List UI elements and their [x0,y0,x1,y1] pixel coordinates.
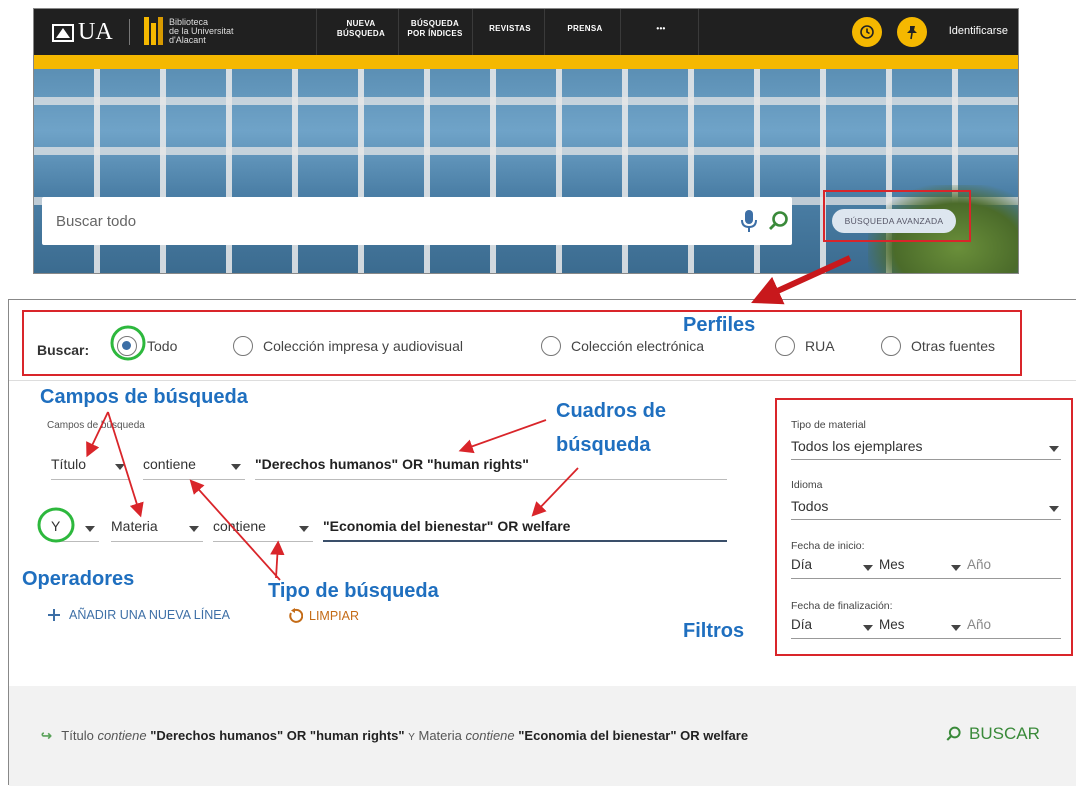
ua-logo-icon [52,23,74,42]
microphone-icon[interactable] [739,209,759,233]
search-icon[interactable] [767,209,791,233]
search-icon [946,726,961,741]
ua-logo-text: UA [78,19,113,45]
plus-icon [48,609,60,621]
pin-icon [907,26,917,40]
login-link[interactable]: Identificarse [949,25,1008,37]
search-input[interactable] [56,209,656,233]
history-icon [860,25,874,39]
query-input-1[interactable]: "Derechos humanos" OR "human rights" [255,456,727,480]
annotation-filtros: Filtros [683,620,745,642]
chevron-down-icon [115,464,125,470]
add-line-button[interactable]: AÑADIR UNA NUEVA LÍNEA [47,608,230,622]
library-logo[interactable]: Biblioteca de la Universitat d'Alacant [144,17,249,45]
history-button[interactable] [852,17,882,47]
annotation-campos: Campos de búsqueda [40,386,248,408]
logo-divider [129,19,130,45]
field-select-2[interactable]: Materia [111,518,203,542]
query-summary: ↪ Título contiene "Derechos humanos" OR … [41,728,749,743]
chevron-down-icon [189,526,199,532]
nav-more-menu[interactable]: ••• [626,24,696,34]
query-summary-bar: ↪ Título contiene "Derechos humanos" OR … [9,686,1076,786]
nav-revistas[interactable]: REVISTAS [480,24,540,34]
filters-highlight [775,398,1073,656]
ua-logo[interactable]: UA [52,19,113,46]
query-input-2[interactable]: "Economia del bienestar" OR welfare [323,518,727,542]
arrow-right-icon: ↪ [41,728,52,743]
chevron-down-icon [85,526,95,532]
profiles-highlight [22,310,1022,376]
library-name: Biblioteca de la Universitat d'Alacant [169,16,234,45]
accent-bar [34,55,1018,69]
pin-button[interactable] [897,17,927,47]
annotation-cuadros-1: Cuadros de [556,400,667,422]
main-search-bar [42,197,792,245]
search-submit-button[interactable]: BUSCAR [945,724,1040,744]
clear-button[interactable]: LIMPIAR [287,608,359,624]
section-divider [9,380,1076,381]
fields-label: Campos de búsqueda [47,420,145,431]
field-select-1[interactable]: Título [51,456,129,480]
library-logo-icon [144,17,163,45]
type-select-1[interactable]: contiene [143,456,245,480]
operator-select[interactable]: Y [51,518,99,542]
nav-busqueda-por-indices[interactable]: BÚSQUEDA POR ÍNDICES [402,19,468,39]
annotation-perfiles: Perfiles [683,314,756,336]
chevron-down-icon [231,464,241,470]
annotation-cuadros-2: búsqueda [556,434,651,456]
advanced-search-highlight [823,190,971,242]
chevron-down-icon [299,526,309,532]
nav-prensa[interactable]: PRENSA [552,24,618,34]
top-navbar: UA Biblioteca de la Universitat d'Alacan… [34,9,1018,55]
nav-nueva-busqueda[interactable]: NUEVA BÚSQUEDA [326,19,396,39]
annotation-tipo: Tipo de búsqueda [268,580,439,602]
reset-icon [289,608,303,623]
annotation-operadores: Operadores [22,568,135,590]
type-select-2[interactable]: contiene [213,518,313,542]
